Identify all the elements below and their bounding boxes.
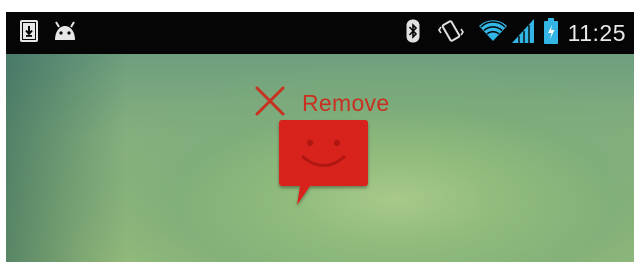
messaging-app-icon[interactable] xyxy=(276,116,371,210)
clock: 11:25 xyxy=(567,19,626,46)
android-icon xyxy=(52,20,78,47)
status-indicators: 11:25 xyxy=(406,17,626,49)
download-icon xyxy=(20,19,38,47)
phone-screen: 11:25 Remove xyxy=(6,12,634,262)
status-bar: 11:25 xyxy=(6,12,634,54)
vibrate-icon xyxy=(437,19,464,48)
wifi-icon xyxy=(478,19,508,48)
bluetooth-icon xyxy=(406,19,420,48)
status-notifications xyxy=(20,19,78,47)
signal-icon xyxy=(511,18,534,48)
battery-charging-icon xyxy=(543,17,558,49)
remove-label: Remove xyxy=(302,90,390,116)
